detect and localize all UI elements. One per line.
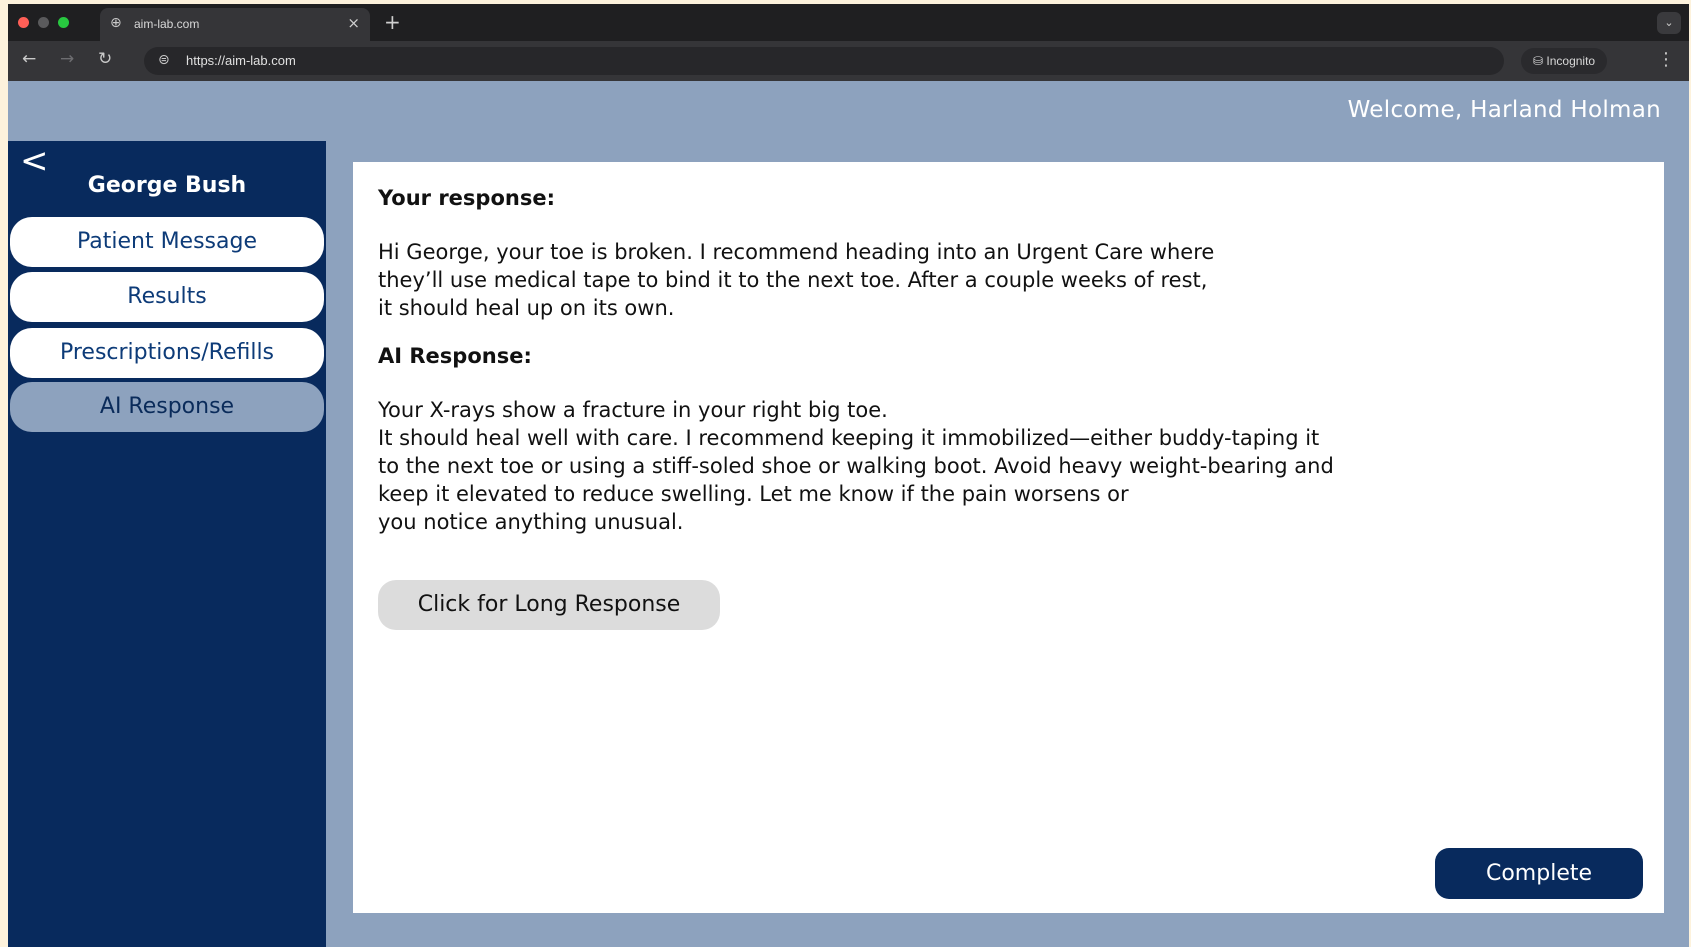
reload-icon[interactable]: ↻ [98, 49, 112, 69]
close-window-icon[interactable] [18, 17, 29, 28]
new-tab-icon[interactable]: + [384, 10, 401, 34]
your-response-line: it should heal up on its own. [378, 296, 675, 320]
sidebar-item-patient-message[interactable]: Patient Message [10, 217, 324, 267]
welcome-text: Welcome, Harland Holman [1347, 97, 1661, 123]
your-response-line: Hi George, your toe is broken. I recomme… [378, 240, 1215, 264]
sidebar-item-results[interactable]: Results [10, 272, 324, 322]
complete-button[interactable]: Complete [1435, 848, 1643, 899]
response-card: Your response: Hi George, your toe is br… [353, 162, 1664, 913]
ai-response-line: you notice anything unusual. [378, 510, 684, 534]
close-tab-icon[interactable]: × [347, 14, 360, 32]
forward-arrow-icon[interactable]: → [60, 49, 74, 69]
your-response-heading: Your response: [378, 186, 555, 210]
tab-search-icon[interactable]: ⌄ [1657, 12, 1681, 34]
incognito-badge[interactable]: ⛁ Incognito [1521, 48, 1608, 74]
ai-response-heading: AI Response: [378, 344, 532, 368]
address-bar[interactable]: ⊜ https://aim-lab.com [144, 47, 1504, 75]
ai-response-line: It should heal well with care. I recomme… [378, 426, 1320, 450]
your-response-text: Hi George, your toe is broken. I recomme… [378, 238, 1214, 322]
globe-icon: ⊕ [110, 15, 122, 31]
app-header: Welcome, Harland Holman [8, 81, 1689, 141]
browser-tab[interactable]: ⊕ aim-lab.com × [100, 8, 370, 41]
long-response-button[interactable]: Click for Long Response [378, 580, 720, 630]
maximize-window-icon[interactable] [58, 17, 69, 28]
ai-response-line: Your X-rays show a fracture in your righ… [378, 398, 888, 422]
ai-response-line: keep it elevated to reduce swelling. Let… [378, 482, 1129, 506]
ai-response-line: to the next toe or using a stiff-soled s… [378, 454, 1334, 478]
incognito-icon: ⛁ [1533, 54, 1544, 68]
sidebar-item-ai-response[interactable]: AI Response [10, 382, 324, 432]
browser-menu-icon[interactable]: ⋮ [1657, 49, 1675, 70]
url-text: https://aim-lab.com [186, 53, 296, 68]
back-arrow-icon[interactable]: ← [22, 49, 36, 69]
minimize-window-icon[interactable] [38, 17, 49, 28]
browser-toolbar: ← → ↻ ⊜ https://aim-lab.com ⛁ Incognito … [8, 41, 1689, 81]
sidebar-item-prescriptions-refills[interactable]: Prescriptions/Refills [10, 328, 324, 378]
your-response-line: they’ll use medical tape to bind it to t… [378, 268, 1208, 292]
tab-title: aim-lab.com [134, 17, 200, 31]
sidebar: < George Bush Patient Message Results Pr… [8, 141, 326, 947]
tab-strip: ⊕ aim-lab.com × + ⌄ [8, 4, 1689, 41]
patient-name: George Bush [87, 173, 247, 198]
incognito-label: Incognito [1546, 54, 1596, 68]
browser-window: ⊕ aim-lab.com × + ⌄ ← → ↻ ⊜ https://aim-… [8, 4, 1689, 947]
ai-response-text: Your X-rays show a fracture in your righ… [378, 396, 1334, 536]
site-info-icon[interactable]: ⊜ [158, 52, 170, 68]
